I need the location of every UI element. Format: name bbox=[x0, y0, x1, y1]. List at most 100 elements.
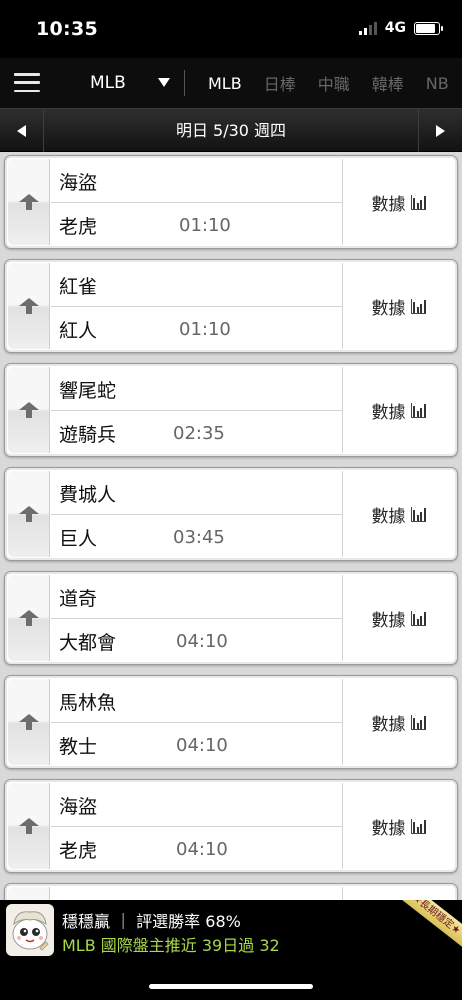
expand-button[interactable] bbox=[8, 263, 50, 349]
away-team-row: 海盜 bbox=[51, 159, 343, 203]
network-type: 4G bbox=[384, 20, 406, 36]
menu-icon[interactable] bbox=[14, 73, 40, 92]
game-card[interactable]: 費城人 巨人 03:45 數據 bbox=[4, 467, 458, 561]
stats-button[interactable]: 數據 bbox=[342, 679, 454, 765]
signal-icon bbox=[358, 21, 377, 35]
game-card[interactable]: 道奇大都會 04:10 數據 bbox=[4, 571, 458, 665]
team-rows: 道奇大都會 04:10 bbox=[51, 575, 343, 661]
tab-league-2[interactable]: 中職 bbox=[318, 71, 350, 95]
home-area bbox=[0, 960, 462, 1000]
game-card-partial[interactable] bbox=[4, 883, 458, 900]
team-rows: 紅雀 紅人 01:10 bbox=[51, 263, 343, 349]
banner-subline: MLB 國際盤主推近 39日過 32 bbox=[62, 936, 280, 955]
stats-button[interactable]: 數據 bbox=[342, 263, 454, 349]
bar-chart-icon bbox=[410, 818, 426, 834]
top-nav: MLB MLB 日棒 中職 韓棒 NB bbox=[0, 58, 462, 108]
league-tabs: MLB 日棒 中職 韓棒 NB bbox=[208, 58, 449, 108]
home-team-name: 大都會 bbox=[59, 632, 117, 654]
home-team-row: 巨人 03:45 bbox=[51, 515, 343, 559]
stats-label: 數據 bbox=[371, 506, 406, 527]
stats-label: 數據 bbox=[371, 194, 406, 215]
home-team-name: 巨人 bbox=[59, 528, 98, 550]
status-bar: 10:35 4G bbox=[0, 0, 462, 58]
home-team-name: 遊騎兵 bbox=[59, 424, 117, 446]
caret-down-icon bbox=[158, 78, 170, 87]
league-dropdown[interactable]: MLB bbox=[90, 68, 176, 98]
next-day-button[interactable] bbox=[418, 109, 462, 153]
arrow-up-icon bbox=[18, 298, 39, 314]
home-team-name: 紅人 bbox=[59, 320, 98, 342]
stats-button[interactable] bbox=[342, 887, 454, 900]
arrow-up-icon bbox=[18, 818, 39, 834]
bar-chart-icon bbox=[410, 194, 426, 210]
mascot-icon bbox=[6, 904, 54, 956]
tab-league-4[interactable]: NB bbox=[426, 74, 449, 93]
battery-icon bbox=[414, 21, 443, 35]
arrow-up-icon bbox=[18, 714, 39, 730]
previous-day-button[interactable] bbox=[0, 109, 44, 153]
home-team-row: 老虎 01:10 bbox=[51, 203, 343, 247]
stats-label: 數據 bbox=[371, 402, 406, 423]
nav-divider bbox=[184, 70, 185, 96]
bar-chart-icon bbox=[410, 506, 426, 522]
expand-button[interactable] bbox=[8, 575, 50, 661]
home-team-row: 大都會 04:10 bbox=[51, 619, 343, 663]
expand-button[interactable] bbox=[8, 783, 50, 869]
game-card[interactable]: 海盜老虎 01:10 數據 bbox=[4, 155, 458, 249]
arrow-up-icon bbox=[18, 610, 39, 626]
stats-button[interactable]: 數據 bbox=[342, 471, 454, 557]
expand-button[interactable] bbox=[8, 471, 50, 557]
away-team-name: 響尾蛇 bbox=[59, 380, 117, 402]
arrow-up-icon bbox=[18, 506, 39, 522]
team-rows: 響尾蛇遊騎兵 02:35 bbox=[51, 367, 343, 453]
stats-button[interactable]: 數據 bbox=[342, 367, 454, 453]
game-time: 04:10 bbox=[176, 839, 228, 860]
stats-button[interactable]: 數據 bbox=[342, 159, 454, 245]
bar-chart-icon bbox=[410, 298, 426, 314]
arrow-left-icon bbox=[17, 125, 26, 137]
ribbon-badge: ★長期穩定★ bbox=[389, 900, 462, 955]
away-team-name: 海盜 bbox=[59, 796, 98, 818]
arrow-up-icon bbox=[18, 194, 39, 210]
game-card[interactable]: 紅雀 紅人 01:10 數據 bbox=[4, 259, 458, 353]
arrow-up-icon bbox=[18, 402, 39, 418]
league-dropdown-value: MLB bbox=[90, 73, 126, 93]
team-rows: 海盜老虎 04:10 bbox=[51, 783, 343, 869]
home-team-name: 教士 bbox=[59, 736, 98, 758]
stats-button[interactable]: 數據 bbox=[342, 575, 454, 661]
game-time: 02:35 bbox=[173, 423, 225, 444]
team-rows: 費城人 巨人 03:45 bbox=[51, 471, 343, 557]
game-list[interactable]: 海盜 老虎 01:10 數據 紅雀 紅人 01:10 數據 響尾蛇 遊騎兵 02:35 數據 費城人 巨人… bbox=[0, 152, 462, 900]
team-rows: 馬林魚教士 04:10 bbox=[51, 679, 343, 765]
away-team-row: 海盜 bbox=[51, 783, 343, 827]
home-team-row: 老虎 04:10 bbox=[51, 827, 343, 871]
game-time: 04:10 bbox=[176, 735, 228, 756]
game-time: 04:10 bbox=[176, 631, 228, 652]
team-rows: 海盜老虎 01:10 bbox=[51, 159, 343, 245]
away-team-row: 響尾蛇 bbox=[51, 367, 343, 411]
stats-button[interactable]: 數據 bbox=[342, 783, 454, 869]
game-card[interactable]: 馬林魚教士 04:10 數據 bbox=[4, 675, 458, 769]
expand-button[interactable] bbox=[8, 679, 50, 765]
home-indicator[interactable] bbox=[149, 984, 313, 989]
away-team-row: 費城人 bbox=[51, 471, 343, 515]
stats-label: 數據 bbox=[371, 818, 406, 839]
banner-headline: 穩穩贏 ｜ 評選勝率 68% bbox=[62, 912, 241, 931]
expand-button[interactable] bbox=[8, 887, 50, 900]
game-card[interactable]: 海盜老虎 04:10 數據 bbox=[4, 779, 458, 873]
tab-league-3[interactable]: 韓棒 bbox=[372, 71, 404, 95]
ad-banner[interactable]: 穩穩贏 ｜ 評選勝率 68% MLB 國際盤主推近 39日過 32 ★長期穩定★ bbox=[0, 900, 462, 960]
away-team-row: 馬林魚 bbox=[51, 679, 343, 723]
expand-button[interactable] bbox=[8, 159, 50, 245]
game-card[interactable]: 響尾蛇遊騎兵 02:35 數據 bbox=[4, 363, 458, 457]
home-team-name: 老虎 bbox=[59, 216, 98, 238]
arrow-right-icon bbox=[436, 125, 445, 137]
away-team-row: 道奇 bbox=[51, 575, 343, 619]
expand-button[interactable] bbox=[8, 367, 50, 453]
date-label: 明日 5/30 週四 bbox=[175, 121, 287, 140]
game-time: 01:10 bbox=[179, 215, 231, 236]
bar-chart-icon bbox=[410, 714, 426, 730]
tab-league-0[interactable]: MLB bbox=[208, 74, 242, 93]
tab-league-1[interactable]: 日棒 bbox=[264, 71, 296, 95]
stats-label: 數據 bbox=[371, 298, 406, 319]
